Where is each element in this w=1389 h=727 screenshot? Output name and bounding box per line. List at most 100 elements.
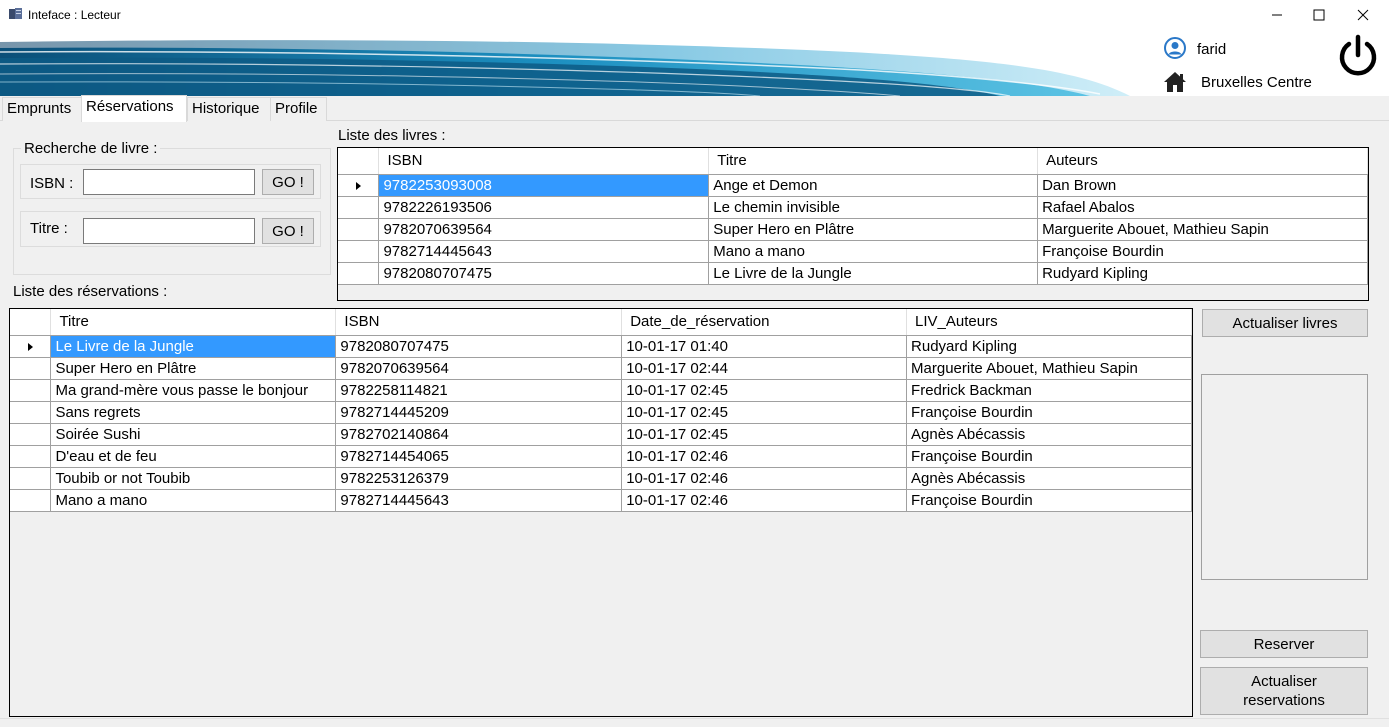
row-header[interactable] bbox=[10, 467, 52, 490]
row-header[interactable] bbox=[10, 445, 52, 468]
cell-date[interactable]: 10-01-17 02:46 bbox=[621, 489, 908, 512]
cell-titre[interactable]: Sans regrets bbox=[50, 401, 337, 424]
close-button[interactable] bbox=[1340, 0, 1386, 30]
go-titre-button[interactable]: GO ! bbox=[262, 218, 314, 244]
cell-auteurs[interactable]: Agnès Abécassis bbox=[906, 423, 1192, 446]
actualiser-reservations-button[interactable]: Actualiser reservations bbox=[1200, 667, 1368, 715]
cell-isbn[interactable]: 9782702140864 bbox=[335, 423, 623, 446]
user-icon bbox=[1164, 37, 1186, 59]
cell-auteurs[interactable]: Françoise Bourdin bbox=[906, 401, 1192, 424]
table-row[interactable]: 9782080707475 Le Livre de la Jungle Rudy… bbox=[338, 262, 1368, 285]
row-header[interactable] bbox=[338, 196, 380, 219]
cell-auteurs[interactable]: Fredrick Backman bbox=[906, 379, 1192, 402]
tab-reservations[interactable]: Réservations bbox=[81, 95, 187, 122]
cell-auteurs[interactable]: Rudyard Kipling bbox=[906, 335, 1192, 358]
cell-titre[interactable]: Mano a mano bbox=[708, 240, 1039, 263]
table-row[interactable]: 9782070639564 Super Hero en Plâtre Margu… bbox=[338, 218, 1368, 241]
cell-isbn[interactable]: 9782253093008 bbox=[378, 174, 710, 197]
cell-isbn[interactable]: 9782714445643 bbox=[335, 489, 623, 512]
cell-isbn[interactable]: 9782258114821 bbox=[335, 379, 623, 402]
cell-titre[interactable]: Soirée Sushi bbox=[50, 423, 337, 446]
cell-titre[interactable]: Ange et Demon bbox=[708, 174, 1039, 197]
cell-isbn[interactable]: 9782080707475 bbox=[335, 335, 623, 358]
col-header-isbn[interactable]: ISBN bbox=[378, 148, 710, 175]
cell-date[interactable]: 10-01-17 02:45 bbox=[621, 401, 908, 424]
cell-titre[interactable]: Super Hero en Plâtre bbox=[50, 357, 337, 380]
cell-titre[interactable]: Mano a mano bbox=[50, 489, 337, 512]
cell-titre[interactable]: Le chemin invisible bbox=[708, 196, 1039, 219]
cell-date[interactable]: 10-01-17 01:40 bbox=[621, 335, 908, 358]
details-panel bbox=[1201, 374, 1368, 580]
actualiser-livres-button[interactable]: Actualiser livres bbox=[1202, 309, 1368, 337]
cell-titre[interactable]: Ma grand-mère vous passe le bonjour bbox=[50, 379, 337, 402]
row-header[interactable] bbox=[338, 218, 380, 241]
row-header[interactable] bbox=[10, 335, 52, 358]
cell-auteurs[interactable]: Agnès Abécassis bbox=[906, 467, 1192, 490]
titre-input[interactable] bbox=[83, 218, 255, 244]
cell-isbn[interactable]: 9782226193506 bbox=[378, 196, 710, 219]
cell-date[interactable]: 10-01-17 02:46 bbox=[621, 467, 908, 490]
cell-isbn[interactable]: 9782714454065 bbox=[335, 445, 623, 468]
cell-auteurs[interactable]: Rafael Abalos bbox=[1037, 196, 1368, 219]
table-row[interactable]: 9782253093008 Ange et Demon Dan Brown bbox=[338, 174, 1368, 197]
minimize-button[interactable] bbox=[1254, 0, 1300, 30]
tab-emprunts[interactable]: Emprunts bbox=[2, 97, 82, 121]
row-header[interactable] bbox=[338, 174, 380, 197]
cell-auteurs[interactable]: Françoise Bourdin bbox=[906, 489, 1192, 512]
table-row[interactable]: Soirée Sushi 9782702140864 10-01-17 02:4… bbox=[10, 423, 1192, 446]
cell-auteurs[interactable]: Marguerite Abouet, Mathieu Sapin bbox=[1037, 218, 1368, 241]
reserver-button[interactable]: Reserver bbox=[1200, 630, 1368, 658]
cell-auteurs[interactable]: Rudyard Kipling bbox=[1037, 262, 1368, 285]
col-header-auteurs[interactable]: LIV_Auteurs bbox=[906, 309, 1192, 336]
cell-auteurs[interactable]: Françoise Bourdin bbox=[1037, 240, 1368, 263]
cell-isbn[interactable]: 9782070639564 bbox=[335, 357, 623, 380]
table-row[interactable]: Ma grand-mère vous passe le bonjour 9782… bbox=[10, 379, 1192, 402]
row-header[interactable] bbox=[10, 423, 52, 446]
cell-isbn[interactable]: 9782080707475 bbox=[378, 262, 710, 285]
logout-button[interactable] bbox=[1335, 33, 1381, 79]
cell-titre[interactable]: Le Livre de la Jungle bbox=[50, 335, 337, 358]
cell-date[interactable]: 10-01-17 02:44 bbox=[621, 357, 908, 380]
col-header-titre[interactable]: Titre bbox=[708, 148, 1039, 175]
row-header-corner bbox=[338, 148, 380, 175]
table-row[interactable]: Super Hero en Plâtre 9782070639564 10-01… bbox=[10, 357, 1192, 380]
table-row[interactable]: 9782226193506 Le chemin invisible Rafael… bbox=[338, 196, 1368, 219]
maximize-button[interactable] bbox=[1296, 0, 1342, 30]
row-header[interactable] bbox=[338, 240, 380, 263]
tab-profile[interactable]: Profile bbox=[270, 97, 327, 121]
reservations-grid[interactable]: Titre ISBN Date_de_réservation LIV_Auteu… bbox=[9, 308, 1193, 717]
cell-date[interactable]: 10-01-17 02:45 bbox=[621, 379, 908, 402]
cell-auteurs[interactable]: Dan Brown bbox=[1037, 174, 1368, 197]
cell-date[interactable]: 10-01-17 02:45 bbox=[621, 423, 908, 446]
table-row[interactable]: Le Livre de la Jungle 9782080707475 10-0… bbox=[10, 335, 1192, 358]
row-header[interactable] bbox=[10, 357, 52, 380]
row-header[interactable] bbox=[10, 489, 52, 512]
cell-isbn[interactable]: 9782714445643 bbox=[378, 240, 710, 263]
cell-auteurs[interactable]: Marguerite Abouet, Mathieu Sapin bbox=[906, 357, 1192, 380]
cell-isbn[interactable]: 9782714445209 bbox=[335, 401, 623, 424]
cell-titre[interactable]: Toubib or not Toubib bbox=[50, 467, 337, 490]
col-header-titre[interactable]: Titre bbox=[50, 309, 337, 336]
row-header[interactable] bbox=[10, 379, 52, 402]
col-header-isbn[interactable]: ISBN bbox=[335, 309, 623, 336]
table-row[interactable]: D'eau et de feu 9782714454065 10-01-17 0… bbox=[10, 445, 1192, 468]
table-row[interactable]: Sans regrets 9782714445209 10-01-17 02:4… bbox=[10, 401, 1192, 424]
col-header-auteurs[interactable]: Auteurs bbox=[1037, 148, 1368, 175]
cell-auteurs[interactable]: Françoise Bourdin bbox=[906, 445, 1192, 468]
go-isbn-button[interactable]: GO ! bbox=[262, 169, 314, 195]
cell-date[interactable]: 10-01-17 02:46 bbox=[621, 445, 908, 468]
table-row[interactable]: 9782714445643 Mano a mano Françoise Bour… bbox=[338, 240, 1368, 263]
cell-titre[interactable]: D'eau et de feu bbox=[50, 445, 337, 468]
isbn-input[interactable] bbox=[83, 169, 255, 195]
table-row[interactable]: Toubib or not Toubib 9782253126379 10-01… bbox=[10, 467, 1192, 490]
row-header[interactable] bbox=[10, 401, 52, 424]
tab-historique[interactable]: Historique bbox=[187, 97, 271, 121]
cell-titre[interactable]: Le Livre de la Jungle bbox=[708, 262, 1039, 285]
table-row[interactable]: Mano a mano 9782714445643 10-01-17 02:46… bbox=[10, 489, 1192, 512]
col-header-date[interactable]: Date_de_réservation bbox=[621, 309, 908, 336]
cell-titre[interactable]: Super Hero en Plâtre bbox=[708, 218, 1039, 241]
livres-grid[interactable]: ISBN Titre Auteurs 9782253093008 Ange et… bbox=[337, 147, 1369, 301]
row-header[interactable] bbox=[338, 262, 380, 285]
cell-isbn[interactable]: 9782070639564 bbox=[378, 218, 710, 241]
cell-isbn[interactable]: 9782253126379 bbox=[335, 467, 623, 490]
